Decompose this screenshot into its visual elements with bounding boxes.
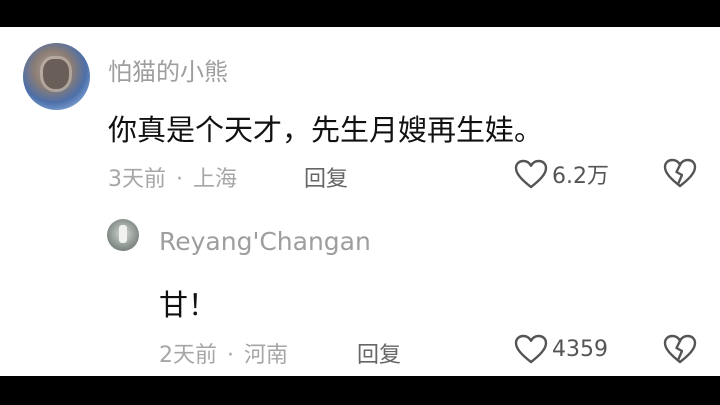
like-count: 6.2万 bbox=[552, 164, 609, 189]
reply-meta: 2天前 · 河南 bbox=[159, 337, 288, 369]
comment-panel: 怕猫的小熊 你真是个天才，先生月嫂再生娃。 3天前 · 上海 回复 6.2万 Rey… bbox=[0, 27, 720, 376]
reply-location: 河南 bbox=[244, 343, 289, 368]
reply-time: 2天前 bbox=[159, 343, 217, 368]
reply-avatar-figure bbox=[119, 225, 127, 243]
broken-heart-icon bbox=[663, 334, 697, 364]
comment-username[interactable]: 怕猫的小熊 bbox=[108, 52, 228, 87]
like-button[interactable]: 6.2万 bbox=[514, 158, 609, 190]
reply-button[interactable]: 回复 bbox=[304, 161, 348, 193]
heart-outline-icon bbox=[514, 159, 548, 189]
broken-heart-icon bbox=[663, 158, 697, 188]
reply-avatar[interactable] bbox=[107, 219, 139, 251]
dislike-button[interactable] bbox=[663, 158, 697, 188]
reply-like-count: 4359 bbox=[552, 336, 608, 362]
reply-text: 甘！ bbox=[159, 288, 218, 322]
comment-meta: 3天前 · 上海 bbox=[108, 161, 237, 193]
meta-separator: · bbox=[176, 167, 183, 192]
heart-outline-icon bbox=[514, 334, 548, 364]
reply-reply-button[interactable]: 回复 bbox=[357, 337, 401, 369]
avatar[interactable] bbox=[23, 43, 90, 110]
cat-image bbox=[43, 59, 69, 89]
reply-like-button[interactable]: 4359 bbox=[514, 334, 608, 364]
comment-time: 3天前 bbox=[108, 167, 166, 192]
comment-text: 你真是个天才，先生月嫂再生娃。 bbox=[108, 113, 544, 147]
reply-dislike-button[interactable] bbox=[663, 334, 697, 364]
reply-meta-separator: · bbox=[227, 343, 234, 368]
comment-location: 上海 bbox=[193, 167, 238, 192]
reply-username[interactable]: Reyang'Changan bbox=[159, 227, 371, 256]
